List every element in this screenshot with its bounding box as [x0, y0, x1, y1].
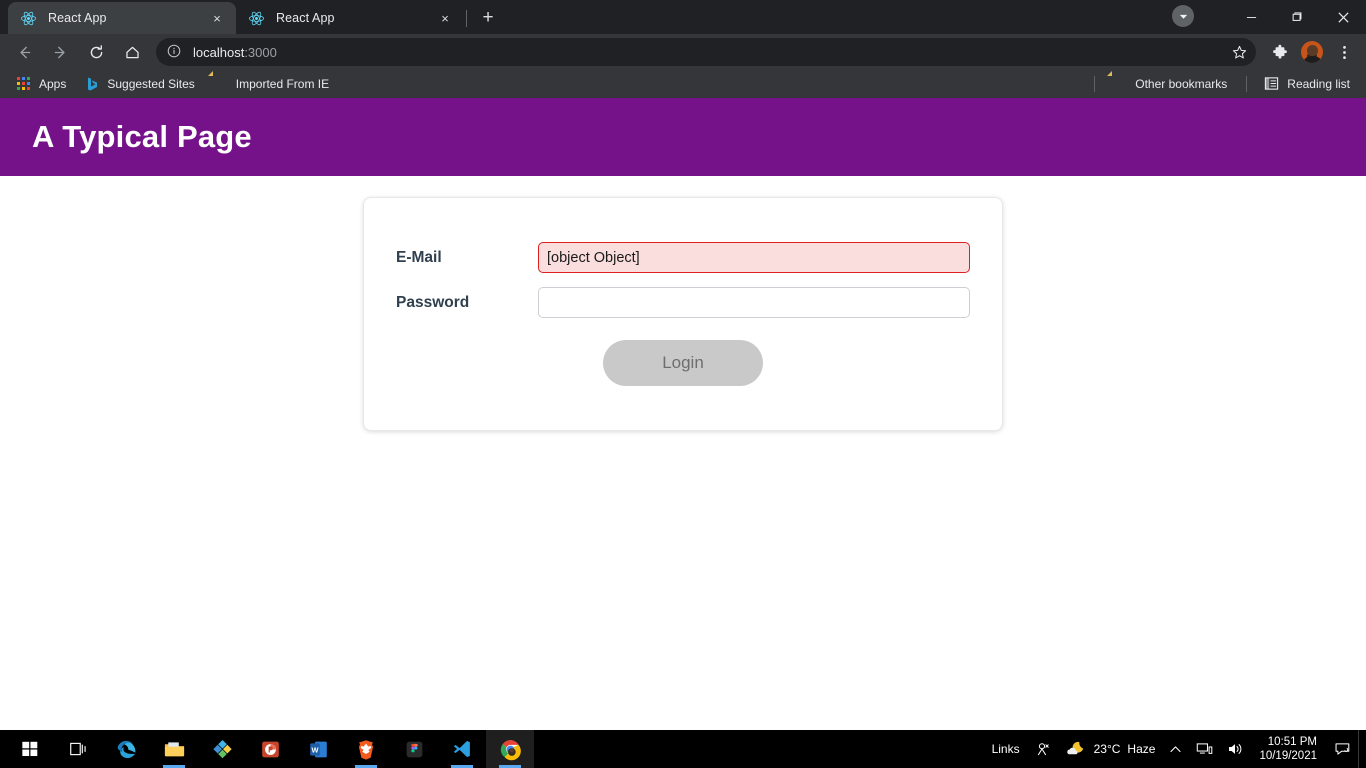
folder-icon — [1112, 76, 1128, 92]
browser-tab-1[interactable]: React App × — [8, 2, 236, 34]
browser-tab-2[interactable]: React App × — [236, 2, 464, 34]
react-logo-icon — [20, 10, 37, 27]
microsoft-edge[interactable] — [102, 730, 150, 768]
maximize-button[interactable] — [1274, 0, 1320, 34]
start-button[interactable] — [6, 730, 54, 768]
volume-icon[interactable] — [1220, 730, 1251, 768]
bookmark-label: Apps — [39, 77, 67, 91]
bookmark-label: Reading list — [1287, 77, 1350, 91]
divider — [1094, 76, 1096, 92]
browser-window: React App × React App × + localhost:3000… — [0, 0, 1366, 730]
reading-list-button[interactable]: Reading list — [1256, 73, 1358, 95]
password-label: Password — [396, 293, 470, 311]
folder-icon — [213, 76, 229, 92]
other-bookmarks-button[interactable]: Other bookmarks — [1104, 73, 1235, 95]
google-chrome[interactable] — [486, 730, 534, 768]
task-view-button[interactable] — [54, 730, 102, 768]
address-bar[interactable]: localhost:3000 — [156, 38, 1256, 66]
bookmark-star-icon[interactable] — [1226, 39, 1252, 65]
minimize-button[interactable] — [1228, 0, 1274, 34]
people-icon[interactable] — [1027, 730, 1058, 768]
weather-temperature: 23°C — [1093, 742, 1121, 756]
bing-b-icon — [84, 76, 100, 92]
bookmark-suggested-sites[interactable]: Suggested Sites — [76, 73, 202, 95]
bookmarks-bar: Apps Suggested Sites Imported From IE Ot… — [0, 70, 1366, 98]
bookmark-imported-from-ie[interactable]: Imported From IE — [205, 73, 337, 95]
network-icon[interactable] — [1189, 730, 1220, 768]
links-toolbar[interactable]: Links — [985, 730, 1027, 768]
clock[interactable]: 10:51 PM 10/19/2021 — [1251, 730, 1327, 768]
show-desktop-button[interactable] — [1358, 730, 1366, 768]
page-title: A Typical Page — [32, 119, 252, 154]
window-controls — [1228, 0, 1366, 34]
bookmark-label: Suggested Sites — [107, 77, 195, 91]
url-host: localhost — [193, 44, 245, 60]
three-dot-menu-icon[interactable] — [1330, 38, 1358, 66]
show-hidden-icons-button[interactable] — [1162, 730, 1189, 768]
address-bar-url: localhost:3000 — [193, 45, 1226, 60]
windows-taskbar: W Links 23°C Haze 10:51 PM 10/19/2021 — [0, 730, 1366, 768]
brave-browser[interactable] — [342, 730, 390, 768]
close-button[interactable] — [1320, 0, 1366, 34]
divider — [1246, 76, 1248, 92]
home-button[interactable] — [117, 37, 147, 67]
forward-button[interactable] — [45, 37, 75, 67]
figma[interactable] — [390, 730, 438, 768]
email-field[interactable] — [538, 242, 970, 273]
links-label: Links — [991, 742, 1020, 756]
bookmark-label: Other bookmarks — [1135, 77, 1228, 91]
word[interactable]: W — [294, 730, 342, 768]
system-tray: Links 23°C Haze 10:51 PM 10/19/2021 — [985, 730, 1366, 768]
moon-cloud-icon — [1065, 740, 1087, 758]
url-port: :3000 — [244, 44, 277, 60]
bookmark-label: Imported From IE — [235, 77, 330, 91]
taskbar-apps: W — [0, 730, 534, 768]
profile-avatar-icon[interactable] — [1301, 41, 1323, 63]
reload-button[interactable] — [81, 37, 111, 67]
page-viewport: A Typical Page E-Mail Password Login — [0, 98, 1366, 730]
apps-grid-icon — [16, 76, 32, 92]
password-row: Password — [396, 287, 970, 318]
tab-title: React App — [276, 11, 335, 25]
email-label: E-Mail — [396, 248, 442, 266]
password-field[interactable] — [538, 287, 970, 318]
powerpoint[interactable] — [246, 730, 294, 768]
reading-list-icon — [1264, 76, 1280, 92]
clock-date: 10/19/2021 — [1259, 750, 1317, 762]
bookmarks-bar-right: Other bookmarks Reading list — [1085, 73, 1360, 95]
browser-toolbar: localhost:3000 — [0, 34, 1366, 70]
tab-strip: React App × React App × + — [0, 0, 1366, 34]
email-row: E-Mail — [396, 242, 970, 273]
close-icon[interactable]: × — [208, 9, 226, 27]
tab-title: React App — [48, 11, 107, 25]
puzzle-piece-icon[interactable] — [1266, 38, 1294, 66]
microsoft-store[interactable] — [198, 730, 246, 768]
tab-search-button[interactable] — [1172, 5, 1194, 27]
login-button[interactable]: Login — [603, 340, 763, 386]
visual-studio-code[interactable] — [438, 730, 486, 768]
submit-row: Login — [396, 340, 970, 386]
react-logo-icon — [248, 10, 265, 27]
new-tab-button[interactable]: + — [474, 4, 502, 32]
tab-actions — [1172, 5, 1194, 27]
close-icon[interactable]: × — [436, 9, 454, 27]
page-header: A Typical Page — [0, 98, 1366, 176]
weather-condition: Haze — [1127, 742, 1156, 756]
login-card: E-Mail Password Login — [363, 197, 1003, 431]
svg-text:W: W — [311, 745, 318, 754]
bookmark-apps[interactable]: Apps — [8, 73, 74, 95]
site-info-icon[interactable] — [166, 43, 184, 61]
weather-widget[interactable]: 23°C Haze — [1058, 730, 1163, 768]
clock-time: 10:51 PM — [1267, 736, 1317, 748]
tab-divider — [466, 10, 467, 27]
file-explorer[interactable] — [150, 730, 198, 768]
notification-icon[interactable] — [1327, 730, 1358, 768]
back-button[interactable] — [9, 37, 39, 67]
